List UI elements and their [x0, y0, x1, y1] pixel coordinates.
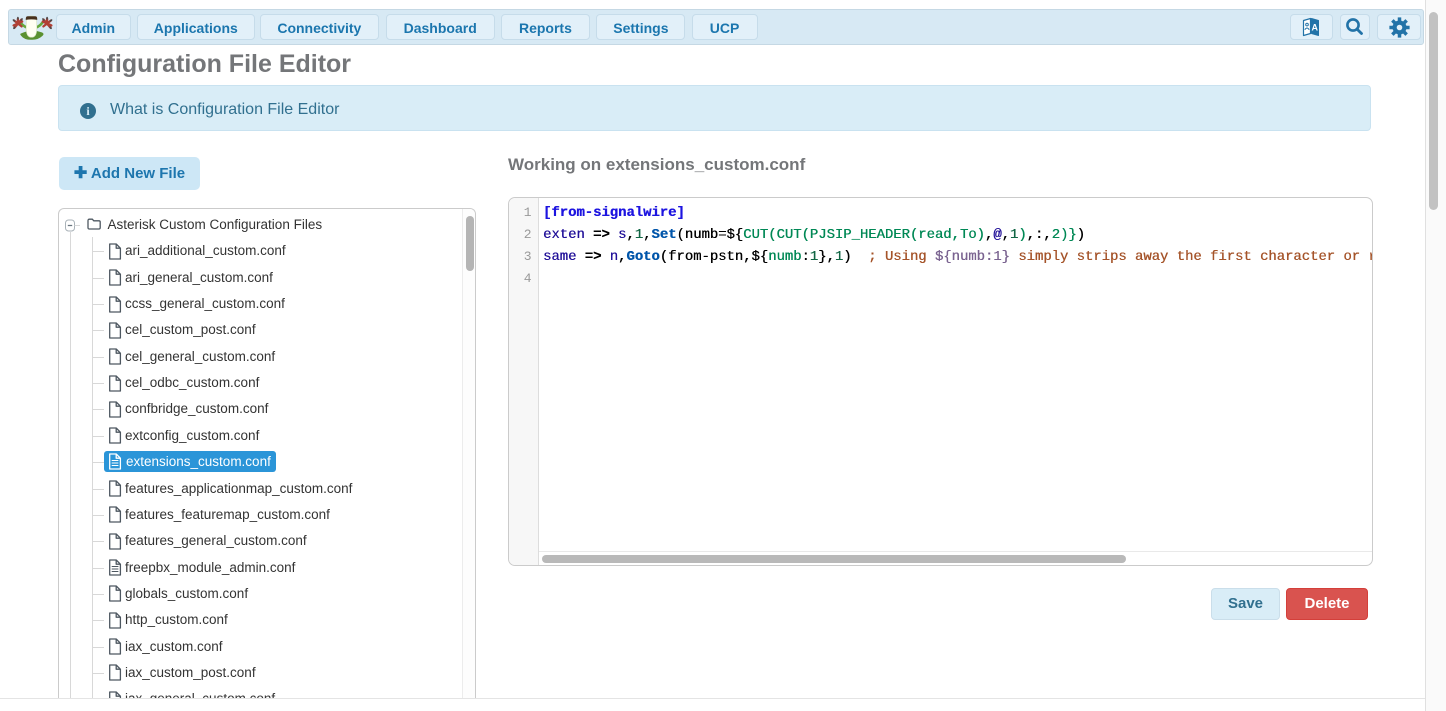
svg-text:A: A — [1312, 22, 1319, 32]
